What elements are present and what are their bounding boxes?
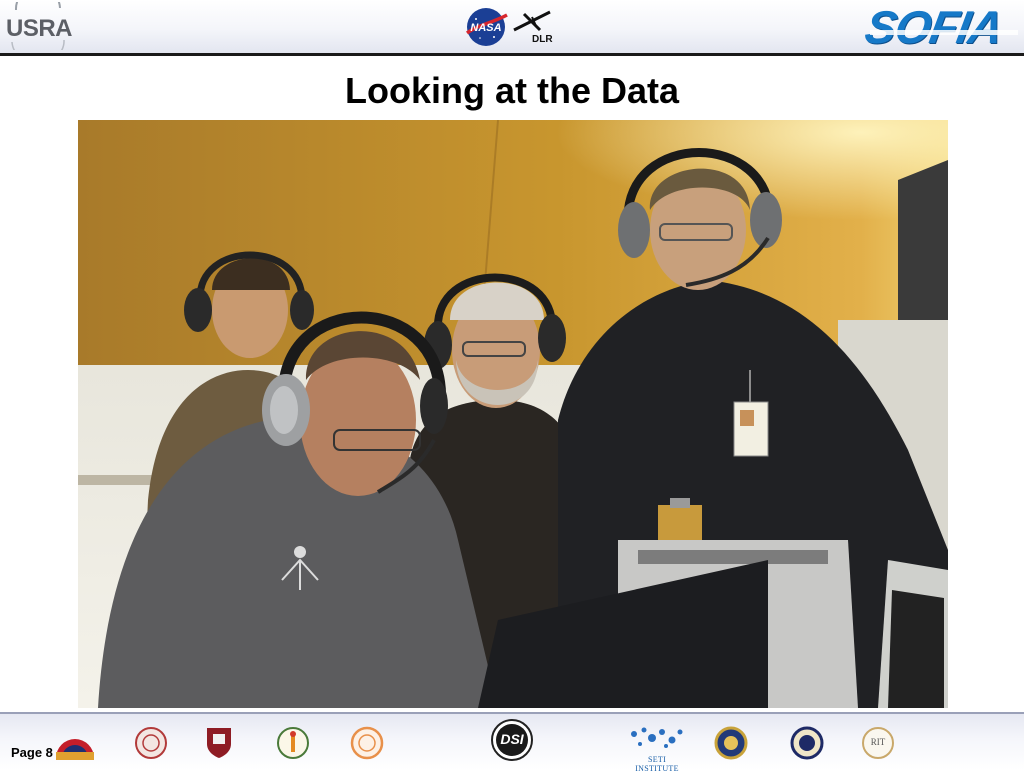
dlr-logo-text: DLR	[532, 34, 553, 45]
usra-logo: USRA	[2, 2, 76, 50]
usra-logo-text: USRA	[6, 15, 73, 42]
team-photo	[78, 120, 948, 708]
seti-institute-logo: SETI INSTITUTE	[626, 724, 688, 773]
slide-title: Looking at the Data	[344, 70, 680, 111]
chicago-shield-logo	[205, 726, 233, 760]
orange-seal-logo	[350, 726, 384, 760]
nasa-meatball-icon: NASA	[464, 7, 508, 47]
sofia-logo-swoosh	[870, 30, 1018, 35]
slide-header: USRA NASA DLR SOFIA	[0, 0, 1024, 56]
dsi-logo: DSI	[491, 719, 533, 761]
rit-logo-text: RIT	[870, 737, 886, 747]
dlr-cross-icon: DLR	[510, 8, 560, 48]
wreath-seal-logo	[276, 726, 310, 760]
cornell-seal-logo	[134, 726, 168, 760]
rit-seal-logo: RIT	[861, 726, 895, 760]
lowell-observatory-logo	[52, 726, 98, 760]
seti-logo-text: SETI INSTITUTE	[635, 755, 679, 773]
page-number: Page 8	[11, 745, 53, 760]
navy-seal-logo	[790, 726, 824, 760]
slide-footer: Page 8 DSI SETI INSTITUTE RIT	[0, 712, 1024, 773]
sofia-logo: SOFIA	[861, 1, 1007, 53]
svg-text:NASA: NASA	[470, 22, 501, 34]
gold-seal-logo	[714, 726, 748, 760]
dsi-logo-text: DSI	[500, 731, 524, 747]
